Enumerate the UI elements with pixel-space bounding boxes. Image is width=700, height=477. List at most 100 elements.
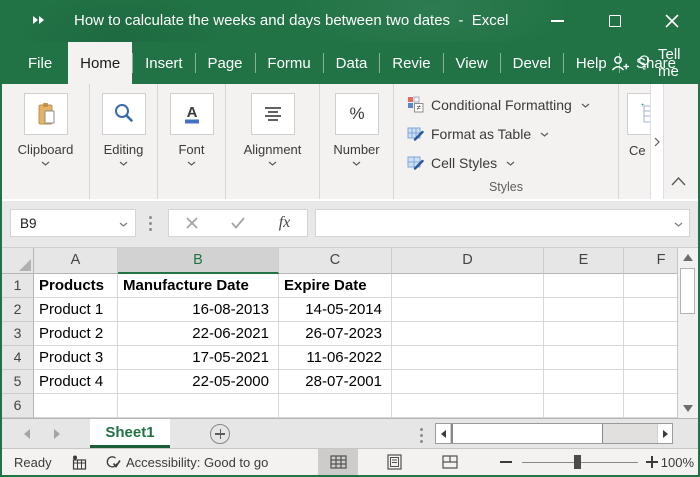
cell-b6[interactable] — [118, 394, 279, 418]
minimize-button[interactable] — [529, 0, 586, 42]
column-header-c[interactable]: C — [279, 248, 392, 274]
column-header-d[interactable]: D — [392, 248, 544, 274]
zoom-slider-thumb[interactable] — [574, 455, 581, 469]
tab-data[interactable]: Data — [324, 42, 380, 84]
clipboard-group-button[interactable] — [24, 93, 68, 135]
cell-b1[interactable]: Manufacture Date — [118, 274, 279, 298]
accessibility-status[interactable]: Accessibility: Good to go — [104, 449, 268, 475]
cell-e3[interactable] — [544, 322, 624, 346]
tab-home[interactable]: Home — [68, 42, 132, 84]
format-as-table-button[interactable]: Format as Table — [407, 119, 618, 148]
scroll-right-button[interactable] — [657, 424, 672, 443]
quick-access-toolbar-icon[interactable] — [33, 16, 44, 24]
tab-developer[interactable]: Devel — [501, 42, 563, 84]
zoom-in-button[interactable] — [646, 449, 658, 475]
ribbon-group-editing[interactable]: Editing — [90, 84, 158, 199]
cell-b2[interactable]: 16-08-2013 — [118, 298, 279, 322]
scroll-down-icon[interactable] — [683, 405, 693, 412]
cell-d2[interactable] — [392, 298, 544, 322]
cell-d3[interactable] — [392, 322, 544, 346]
tab-page-layout[interactable]: Page — [195, 42, 254, 84]
share-button[interactable]: Share — [610, 42, 676, 84]
cell-d5[interactable] — [392, 370, 544, 394]
cell-c2[interactable]: 14-05-2014 — [279, 298, 392, 322]
cell-d6[interactable] — [392, 394, 544, 418]
cell-styles-button[interactable]: Cell Styles — [407, 148, 618, 177]
cell-c5[interactable]: 28-07-2001 — [279, 370, 392, 394]
zoom-level[interactable]: 100% — [662, 449, 694, 475]
number-group-button[interactable]: % — [335, 93, 379, 135]
conditional-formatting-button[interactable]: ≠ Conditional Formatting — [407, 90, 618, 119]
row-header-6[interactable]: 6 — [2, 394, 34, 418]
horizontal-scrollbar-track[interactable] — [603, 424, 657, 443]
collapse-ribbon-button[interactable] — [671, 173, 686, 191]
editing-group-button[interactable] — [102, 93, 146, 135]
formula-bar-resize-handle[interactable] — [149, 216, 152, 231]
zoom-out-button[interactable] — [500, 449, 512, 475]
horizontal-scrollbar[interactable] — [435, 423, 673, 444]
page-layout-view-button[interactable] — [374, 449, 414, 475]
cells-group-button[interactable]: + — [627, 93, 650, 135]
cell-b5[interactable]: 22-05-2000 — [118, 370, 279, 394]
cell-e5[interactable] — [544, 370, 624, 394]
vertical-scrollbar[interactable] — [677, 248, 698, 418]
column-header-e[interactable]: E — [544, 248, 624, 274]
zoom-slider[interactable] — [522, 449, 638, 475]
maximize-button[interactable] — [586, 0, 643, 42]
tab-view[interactable]: View — [443, 42, 499, 84]
tab-insert[interactable]: Insert — [133, 42, 195, 84]
ribbon-group-number[interactable]: % Number — [320, 84, 394, 199]
cell-d1[interactable] — [392, 274, 544, 298]
scroll-left-button[interactable] — [436, 424, 451, 443]
vertical-scrollbar-thumb[interactable] — [680, 268, 695, 314]
cell-e6[interactable] — [544, 394, 624, 418]
cell-a6[interactable] — [34, 394, 118, 418]
row-header-1[interactable]: 1 — [2, 274, 34, 298]
column-header-a[interactable]: A — [34, 248, 118, 274]
ribbon-group-clipboard[interactable]: Clipboard — [2, 84, 90, 199]
font-group-button[interactable]: A — [170, 93, 214, 135]
select-all-button[interactable] — [2, 248, 34, 274]
name-box[interactable]: B9 — [10, 209, 136, 237]
cell-e2[interactable] — [544, 298, 624, 322]
cell-e1[interactable] — [544, 274, 624, 298]
tab-file[interactable]: File — [12, 42, 68, 84]
row-header-2[interactable]: 2 — [2, 298, 34, 322]
macro-record-button[interactable] — [72, 449, 87, 475]
cell-c1[interactable]: Expire Date — [279, 274, 392, 298]
alignment-group-button[interactable] — [251, 93, 295, 135]
previous-sheet-icon[interactable] — [24, 429, 30, 439]
tab-review[interactable]: Revie — [380, 42, 442, 84]
scroll-up-icon[interactable] — [683, 254, 693, 261]
cell-c3[interactable]: 26-07-2023 — [279, 322, 392, 346]
cell-c6[interactable] — [279, 394, 392, 418]
next-sheet-icon[interactable] — [54, 429, 60, 439]
row-header-4[interactable]: 4 — [2, 346, 34, 370]
cell-a5[interactable]: Product 4 — [34, 370, 118, 394]
ribbon-group-font[interactable]: A Font — [158, 84, 226, 199]
cell-c4[interactable]: 11-06-2022 — [279, 346, 392, 370]
cell-e4[interactable] — [544, 346, 624, 370]
column-header-b-selected[interactable]: B — [118, 248, 279, 274]
cell-a2[interactable]: Product 1 — [34, 298, 118, 322]
close-button[interactable] — [643, 0, 700, 42]
row-header-3[interactable]: 3 — [2, 322, 34, 346]
cell-a4[interactable]: Product 3 — [34, 346, 118, 370]
new-sheet-button[interactable] — [210, 424, 230, 444]
cell-a3[interactable]: Product 2 — [34, 322, 118, 346]
normal-view-button[interactable] — [318, 449, 358, 475]
row-header-5[interactable]: 5 — [2, 370, 34, 394]
ribbon-scroll-right-button[interactable] — [650, 84, 664, 199]
horizontal-scrollbar-thumb[interactable] — [451, 424, 603, 443]
cell-b4[interactable]: 17-05-2021 — [118, 346, 279, 370]
cell-b3[interactable]: 22-06-2021 — [118, 322, 279, 346]
cancel-icon[interactable] — [186, 217, 198, 229]
page-break-preview-button[interactable] — [430, 449, 470, 475]
tabbar-resize-handle[interactable] — [420, 428, 423, 443]
cell-d4[interactable] — [392, 346, 544, 370]
formula-input[interactable] — [315, 209, 690, 237]
insert-function-button[interactable]: fx — [279, 214, 291, 232]
cell-a1[interactable]: Products — [34, 274, 118, 298]
enter-check-icon[interactable] — [231, 217, 245, 229]
ribbon-group-cells-partial[interactable]: + Ce — [619, 84, 650, 199]
